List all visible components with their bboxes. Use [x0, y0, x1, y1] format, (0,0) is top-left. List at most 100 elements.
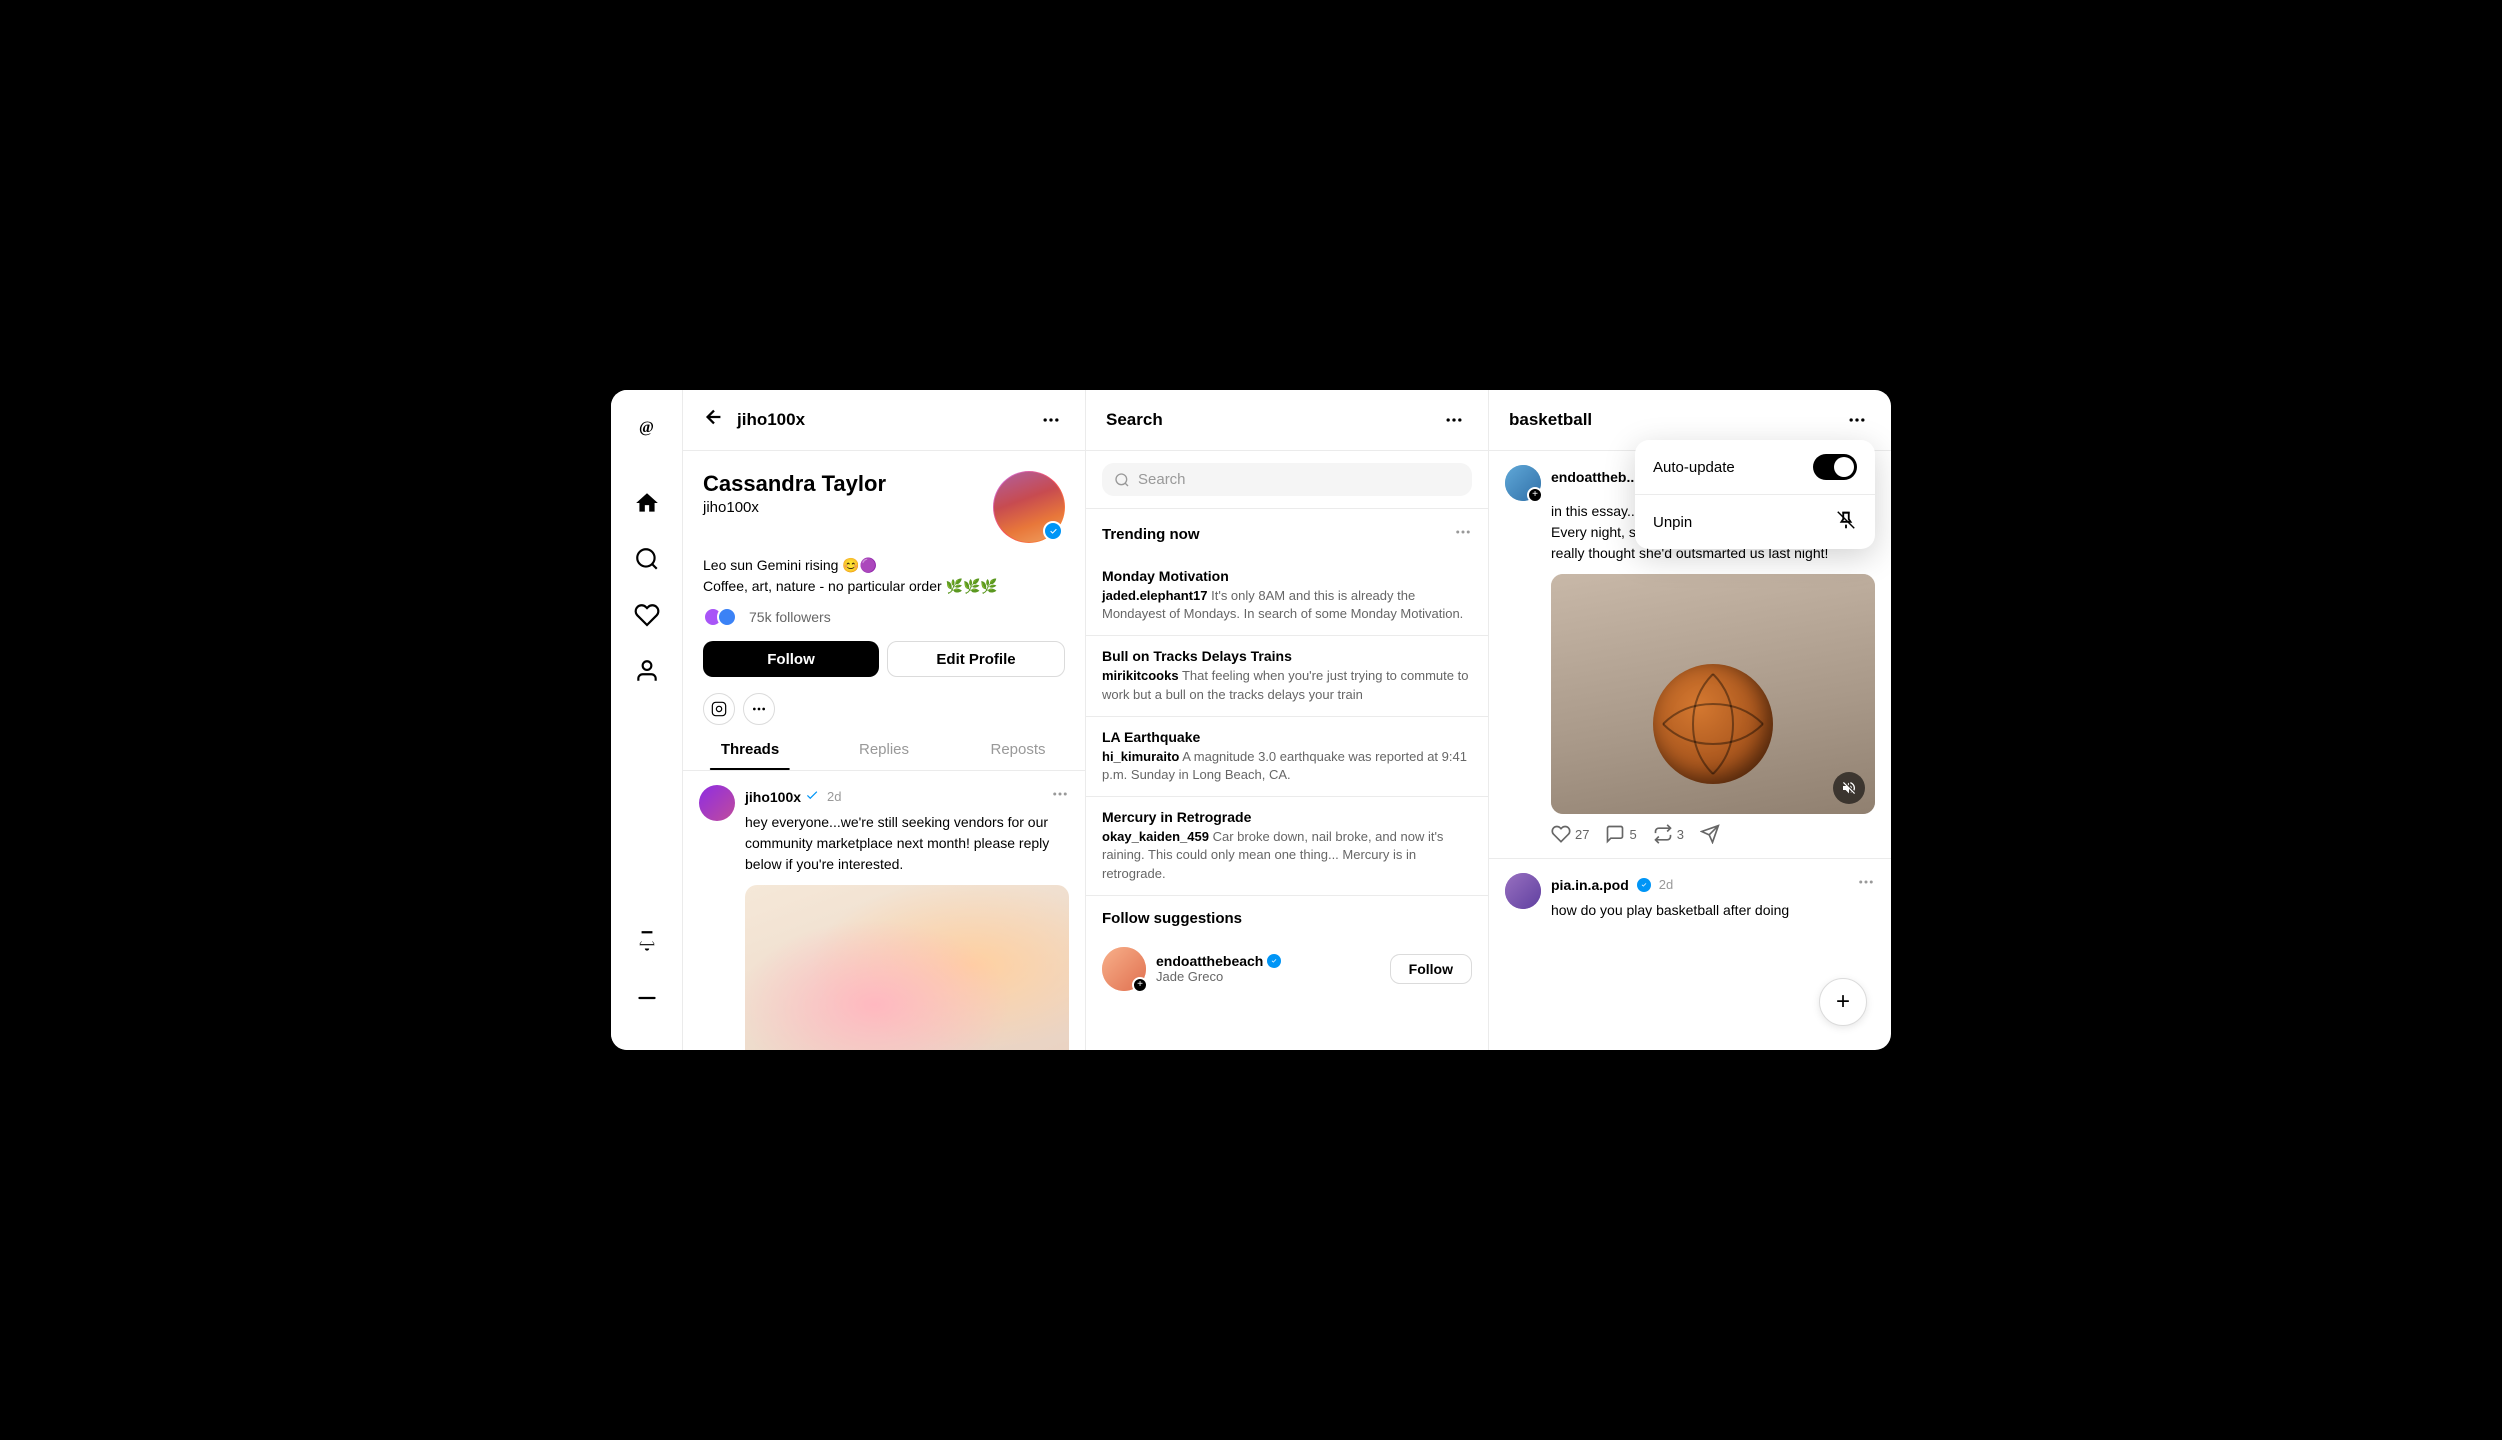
columns: jiho100x Cassandra Taylor jiho100x [683, 390, 1891, 1050]
back-button[interactable] [703, 406, 725, 434]
basketball-post1-actions: 27 5 3 [1505, 824, 1875, 844]
basketball-avatar-2 [1505, 873, 1541, 909]
sidebar-item-profile[interactable] [623, 647, 671, 695]
like-button-1[interactable]: 27 [1551, 824, 1589, 844]
basketball-post2-time: 2d [1659, 877, 1673, 892]
comment-button-1[interactable]: 5 [1605, 824, 1636, 844]
trending-header: Trending now [1086, 509, 1488, 556]
suggestion-info-0: endoatthebeach Jade Greco [1156, 953, 1380, 984]
tab-replies[interactable]: Replies [817, 729, 951, 770]
sidebar: @ [611, 390, 683, 1050]
auto-update-toggle[interactable] [1813, 454, 1857, 480]
basketball-ball [1653, 664, 1773, 784]
comment-count-1: 5 [1629, 827, 1636, 842]
basketball-avatar-1: + [1505, 465, 1541, 501]
trending-item-sub-3: okay_kaiden_459 Car broke down, nail bro… [1102, 828, 1472, 883]
profile-info: Cassandra Taylor jiho100x [703, 471, 886, 516]
suggestion-item-0: + endoatthebeach Jade Greco Follow [1086, 937, 1488, 1001]
trending-item-title-1: Bull on Tracks Delays Trains [1102, 648, 1472, 664]
sidebar-item-search[interactable] [623, 535, 671, 583]
sidebar-bottom [623, 918, 671, 1030]
basketball-post2-username: pia.in.a.pod [1551, 877, 1629, 893]
add-post-button[interactable]: + [1819, 978, 1867, 1026]
repost-button-1[interactable]: 3 [1653, 824, 1684, 844]
follow-button[interactable]: Follow [703, 641, 879, 677]
follower-avatars [703, 607, 731, 627]
trending-item-title-3: Mercury in Retrograde [1102, 809, 1472, 825]
profile-bio: Leo sun Gemini rising 😊🟣 Coffee, art, na… [703, 555, 1065, 597]
unpin-icon [1835, 509, 1857, 535]
search-bar[interactable] [1102, 463, 1472, 496]
dropdown-auto-update-label: Auto-update [1653, 459, 1735, 476]
search-input[interactable] [1138, 471, 1460, 488]
share-button-1[interactable] [1700, 824, 1720, 844]
follower-avatar-2 [717, 607, 737, 627]
profile-col-title: jiho100x [737, 410, 805, 430]
dropdown-auto-update[interactable]: Auto-update [1635, 440, 1875, 495]
basketball-post2-verified [1637, 878, 1651, 892]
profile-column: jiho100x Cassandra Taylor jiho100x [683, 390, 1086, 1050]
post-header: jiho100x 2d [745, 785, 1069, 808]
trending-item-sub-2: hi_kimuraito A magnitude 3.0 earthquake … [1102, 748, 1472, 784]
post-image [745, 885, 1069, 1050]
profile-col-header: jiho100x [683, 390, 1085, 451]
profile-col-more-button[interactable] [1037, 406, 1065, 434]
trending-item-title-0: Monday Motivation [1102, 568, 1472, 584]
svg-text:@: @ [639, 419, 654, 436]
followers-count: 75k followers [749, 609, 831, 625]
tab-reposts[interactable]: Reposts [951, 729, 1085, 770]
search-bar-wrap [1086, 451, 1488, 509]
profile-actions: Follow Edit Profile [703, 641, 1065, 677]
profile-top: Cassandra Taylor jiho100x [703, 471, 1065, 543]
basketball-post2-text: how do you play basketball after doing [1551, 900, 1875, 921]
basketball-col-title: basketball [1509, 410, 1592, 430]
mute-button[interactable] [1833, 772, 1865, 804]
dropdown-unpin[interactable]: Unpin [1635, 495, 1875, 549]
profile-name: Cassandra Taylor [703, 471, 886, 497]
trending-item-sub-0: jaded.elephant17 It's only 8AM and this … [1102, 587, 1472, 623]
basketball-post1-image [1551, 574, 1875, 814]
dropdown-unpin-label: Unpin [1653, 514, 1692, 531]
basketball-post2-body: pia.in.a.pod 2d [1551, 873, 1875, 921]
sidebar-item-home[interactable] [623, 479, 671, 527]
verified-badge [1043, 521, 1063, 541]
suggestion-follow-button-0[interactable]: Follow [1390, 954, 1472, 984]
trending-item-sub-1: mirikitcooks That feeling when you're ju… [1102, 667, 1472, 703]
trending-item-0[interactable]: Monday Motivation jaded.elephant17 It's … [1086, 556, 1488, 636]
basketball-post2-user-row: pia.in.a.pod 2d [1551, 873, 1875, 896]
basketball-post2-row: pia.in.a.pod 2d [1505, 873, 1875, 921]
app-logo: @ [631, 410, 663, 447]
basketball-col-more-button[interactable] [1843, 406, 1871, 434]
sidebar-nav [623, 479, 671, 918]
profile-username: jiho100x [703, 499, 886, 516]
post-more-button[interactable] [1051, 785, 1069, 808]
verified-icon-post [805, 788, 819, 805]
trending-section: Trending now Monday Motivation jaded.ele… [1086, 509, 1488, 1050]
repost-count-1: 3 [1677, 827, 1684, 842]
search-column: Search Trending now [1086, 390, 1489, 1050]
trending-item-3[interactable]: Mercury in Retrograde okay_kaiden_459 Ca… [1086, 797, 1488, 896]
profile-col-content: Cassandra Taylor jiho100x [683, 451, 1085, 1050]
sidebar-item-pin[interactable] [623, 918, 671, 966]
post-user-info: jiho100x 2d [745, 788, 842, 805]
trending-item-2[interactable]: LA Earthquake hi_kimuraito A magnitude 3… [1086, 717, 1488, 797]
instagram-icon-btn[interactable] [703, 693, 735, 725]
sidebar-item-activity[interactable] [623, 591, 671, 639]
post-time: 2d [827, 789, 841, 804]
edit-profile-button[interactable]: Edit Profile [887, 641, 1065, 677]
suggestions-header: Follow suggestions [1086, 896, 1488, 937]
search-col-header: Search [1086, 390, 1488, 451]
post-body: jiho100x 2d [745, 785, 1069, 1050]
basketball-avatar-add-icon: + [1527, 487, 1543, 503]
search-col-more-button[interactable] [1440, 406, 1468, 434]
like-count-1: 27 [1575, 827, 1589, 842]
trending-item-title-2: LA Earthquake [1102, 729, 1472, 745]
profile-followers: 75k followers [703, 607, 1065, 627]
basketball-post2-more[interactable] [1857, 873, 1875, 896]
more-options-icon-btn[interactable] [743, 693, 775, 725]
trending-more-button[interactable] [1454, 523, 1472, 546]
suggestion-name-0: endoatthebeach [1156, 953, 1380, 969]
tab-threads[interactable]: Threads [683, 729, 817, 770]
trending-item-1[interactable]: Bull on Tracks Delays Trains mirikitcook… [1086, 636, 1488, 716]
profile-col-header-left: jiho100x [703, 406, 805, 434]
